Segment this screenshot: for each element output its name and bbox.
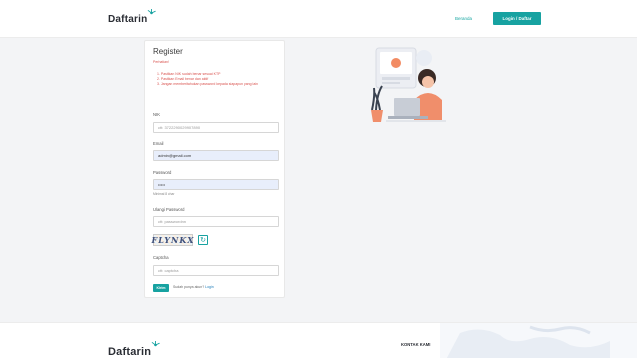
notes-list: 1. Pastikan NIK sudah benar sesuai KTP 2… <box>157 72 281 87</box>
register-title: Register <box>153 47 183 56</box>
logo-mark-icon <box>148 8 157 15</box>
note-heading: Perhatian! <box>153 60 169 64</box>
nik-input[interactable]: ctt: 3722290029907890 <box>153 122 279 133</box>
login-daftar-button[interactable]: Login / Daftar <box>493 12 541 25</box>
contact-heading: KONTAK KAMI <box>401 342 431 347</box>
password-hint: Minimal 8 char <box>153 192 175 196</box>
captcha-input[interactable]: ctt: captcha <box>153 265 279 276</box>
captcha-image: FLYNKX <box>151 234 195 246</box>
email-input[interactable]: admin@gmail.com <box>153 150 279 161</box>
site-header: Daftarin Beranda Login / Daftar <box>0 0 637 38</box>
logo-text: Daftarin <box>108 14 148 25</box>
illustration-woman-laptop-icon <box>371 47 446 122</box>
note-item: 3. Jangan memberitahukan password kepada… <box>157 82 258 86</box>
login-prompt: Sudah punya akun? Login <box>173 285 214 289</box>
register-card: Register Perhatian! 1. Pastikan NIK suda… <box>144 40 285 298</box>
site-logo[interactable]: Daftarin <box>108 8 157 25</box>
captcha-label: Captcha <box>153 255 169 260</box>
login-prompt-text: Sudah punya akun? <box>173 285 205 289</box>
logo-mark-icon <box>151 340 160 347</box>
password-input[interactable]: ••••• <box>153 179 279 190</box>
email-label: Email <box>153 141 164 146</box>
captcha-refresh-button[interactable]: ↻ <box>198 235 208 245</box>
password-repeat-label: Ulangi Password <box>153 207 185 212</box>
footer-logo[interactable]: Daftarin <box>108 340 160 358</box>
login-link[interactable]: Login <box>205 285 214 289</box>
refresh-icon: ↻ <box>200 237 206 244</box>
password-repeat-input[interactable]: ctt: passwordnn <box>153 216 279 227</box>
nik-label: NIK <box>153 112 160 117</box>
site-footer: Daftarin KONTAK KAMI <box>0 322 637 358</box>
footer-logo-text: Daftarin <box>108 346 152 358</box>
submit-button[interactable]: Kirim <box>153 284 169 292</box>
password-label: Password <box>153 170 172 175</box>
nav-link-beranda[interactable]: Beranda <box>455 16 472 21</box>
world-map-icon <box>440 323 637 358</box>
